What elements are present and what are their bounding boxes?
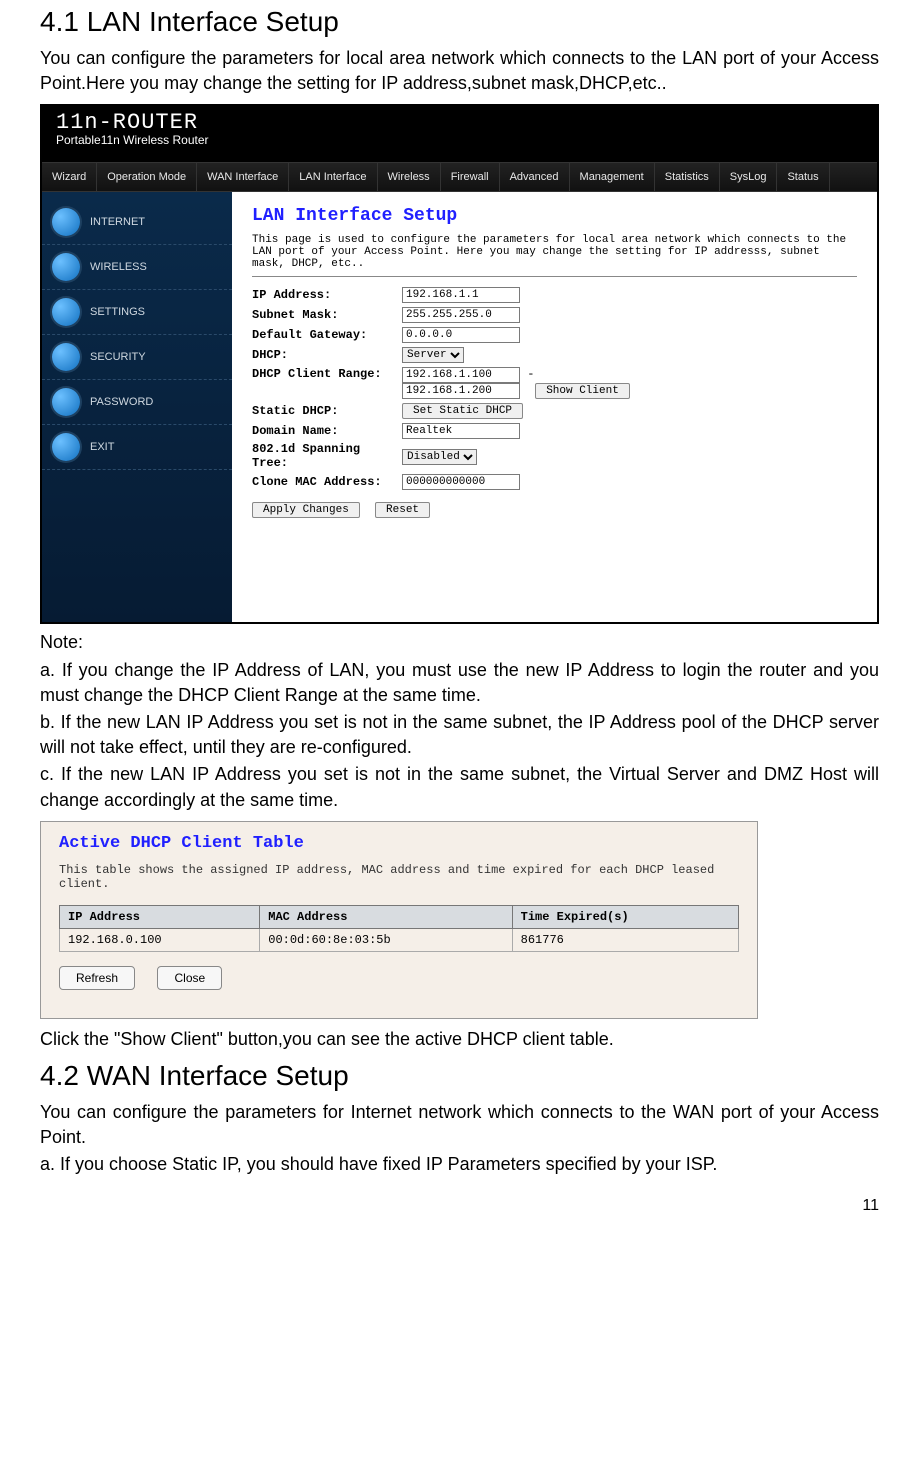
sidebar-item-security[interactable]: SECURITY [42,335,232,380]
note-b: b. If the new LAN IP Address you set is … [40,710,879,760]
topnav-wan[interactable]: WAN Interface [197,163,289,191]
note-a: a. If you change the IP Address of LAN, … [40,658,879,708]
router-main-pane: LAN Interface Setup This page is used to… [232,192,877,622]
subnet-mask-label: Subnet Mask: [252,308,402,322]
globe-icon [52,208,80,236]
router-admin-screenshot: 11n-ROUTER Portable11n Wireless Router W… [40,104,879,624]
dhcp-select[interactable]: Server [402,347,464,363]
gear-icon [52,298,80,326]
ip-address-input[interactable] [402,287,520,303]
topnav-statistics[interactable]: Statistics [655,163,720,191]
dhcp-table-desc: This table shows the assigned IP address… [59,863,739,891]
lock-icon [52,388,80,416]
clone-mac-input[interactable] [402,474,520,490]
sidebar-item-wireless[interactable]: WIRELESS [42,245,232,290]
sidebar-item-internet[interactable]: INTERNET [42,200,232,245]
default-gateway-label: Default Gateway: [252,328,402,342]
topnav-lan[interactable]: LAN Interface [289,163,377,191]
refresh-button[interactable]: Refresh [59,966,135,990]
dhcp-range-label: DHCP Client Range: [252,367,402,381]
page-number: 11 [40,1197,879,1215]
router-topnav: Wizard Operation Mode WAN Interface LAN … [42,162,877,192]
sidebar-item-settings[interactable]: SETTINGS [42,290,232,335]
topnav-opmode[interactable]: Operation Mode [97,163,197,191]
spanning-tree-label: 802.1d Spanning Tree: [252,443,402,469]
show-client-button[interactable]: Show Client [535,383,630,399]
table-header-row: IP Address MAC Address Time Expired(s) [60,905,739,928]
dhcp-client-table: IP Address MAC Address Time Expired(s) 1… [59,905,739,952]
section-4-2-heading: 4.2 WAN Interface Setup [40,1060,879,1092]
topnav-firewall[interactable]: Firewall [441,163,500,191]
after-table-text: Click the "Show Client" button,you can s… [40,1027,879,1052]
close-icon [52,433,80,461]
domain-name-label: Domain Name: [252,424,402,438]
dhcp-label: DHCP: [252,348,402,362]
clone-mac-label: Clone MAC Address: [252,475,402,489]
topnav-wizard[interactable]: Wizard [42,163,97,191]
default-gateway-input[interactable] [402,327,520,343]
lan-setup-desc: This page is used to configure the param… [252,234,857,270]
ip-address-label: IP Address: [252,288,402,302]
wifi-icon [52,253,80,281]
topnav-status[interactable]: Status [777,163,829,191]
topnav-wireless[interactable]: Wireless [378,163,441,191]
cell-ip: 192.168.0.100 [60,928,260,951]
col-mac: MAC Address [260,905,512,928]
spanning-tree-select[interactable]: Disabled [402,449,477,465]
cell-time: 861776 [512,928,738,951]
lan-setup-title: LAN Interface Setup [252,206,857,226]
domain-name-input[interactable] [402,423,520,439]
dhcp-table-title: Active DHCP Client Table [59,834,739,853]
sidebar-item-exit[interactable]: EXIT [42,425,232,470]
section-4-1-intro: You can configure the parameters for loc… [40,46,879,96]
close-button[interactable]: Close [157,966,222,990]
topnav-advanced[interactable]: Advanced [500,163,570,191]
dhcp-range-end-input[interactable] [402,383,520,399]
section-4-1-heading: 4.1 LAN Interface Setup [40,6,879,38]
set-static-dhcp-button[interactable]: Set Static DHCP [402,403,523,419]
dhcp-range-dash: - [527,367,534,381]
apply-changes-button[interactable]: Apply Changes [252,502,360,518]
topnav-syslog[interactable]: SysLog [720,163,778,191]
sidebar-item-password[interactable]: PASSWORD [42,380,232,425]
dhcp-range-start-input[interactable] [402,367,520,383]
shield-icon [52,343,80,371]
router-logo-text: 11n-ROUTER [56,110,863,135]
dhcp-client-table-screenshot: Active DHCP Client Table This table show… [40,821,758,1019]
col-time: Time Expired(s) [512,905,738,928]
section-4-2-p1: You can configure the parameters for Int… [40,1100,879,1150]
router-sublogo-text: Portable11n Wireless Router [56,133,863,147]
table-row: 192.168.0.100 00:0d:60:8e:03:5b 861776 [60,928,739,951]
router-sidebar: INTERNET WIRELESS SETTINGS SECURITY PASS… [42,192,232,622]
reset-button[interactable]: Reset [375,502,430,518]
note-c: c. If the new LAN IP Address you set is … [40,762,879,812]
subnet-mask-input[interactable] [402,307,520,323]
col-ip: IP Address [60,905,260,928]
cell-mac: 00:0d:60:8e:03:5b [260,928,512,951]
static-dhcp-label: Static DHCP: [252,404,402,418]
router-header: 11n-ROUTER Portable11n Wireless Router [42,106,877,162]
note-heading: Note: [40,630,879,655]
section-4-2-p2: a. If you choose Static IP, you should h… [40,1152,879,1177]
topnav-management[interactable]: Management [570,163,655,191]
